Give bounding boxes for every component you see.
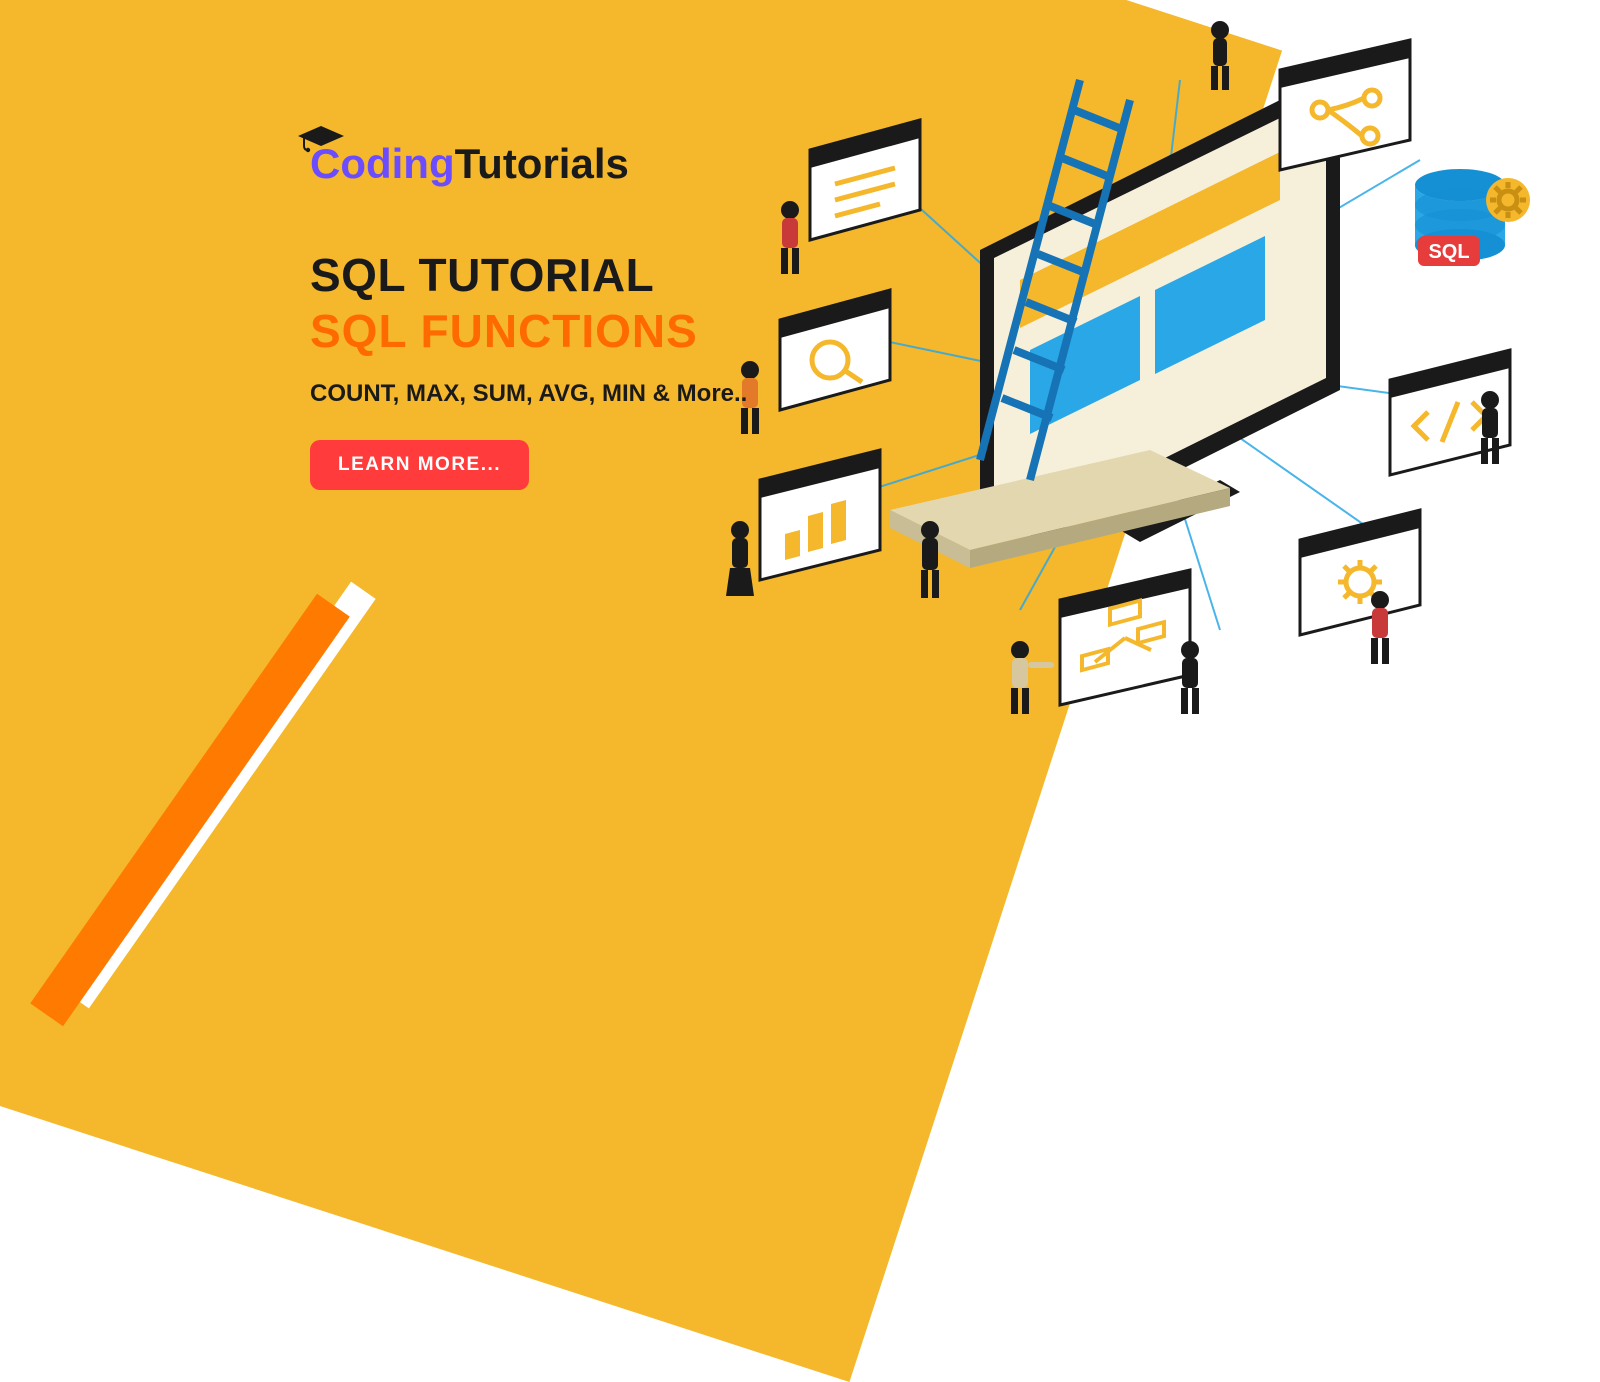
sql-database-badge: SQL bbox=[1400, 150, 1540, 290]
sql-badge-label: SQL bbox=[1428, 241, 1469, 263]
hero-title-line1: SQL TUTORIAL bbox=[310, 248, 830, 302]
graduation-cap-icon bbox=[298, 126, 344, 154]
learn-more-button[interactable]: LEARN MORE... bbox=[310, 440, 529, 490]
hero-title-line2: SQL FUNCTIONS bbox=[310, 304, 830, 358]
site-logo: CodingTutorials bbox=[310, 140, 830, 188]
hero-content: CodingTutorials SQL TUTORIAL SQL FUNCTIO… bbox=[310, 140, 830, 490]
logo-word-2: Tutorials bbox=[455, 140, 629, 188]
hero-subtitle: COUNT, MAX, SUM, AVG, MIN & More.. bbox=[310, 378, 760, 410]
